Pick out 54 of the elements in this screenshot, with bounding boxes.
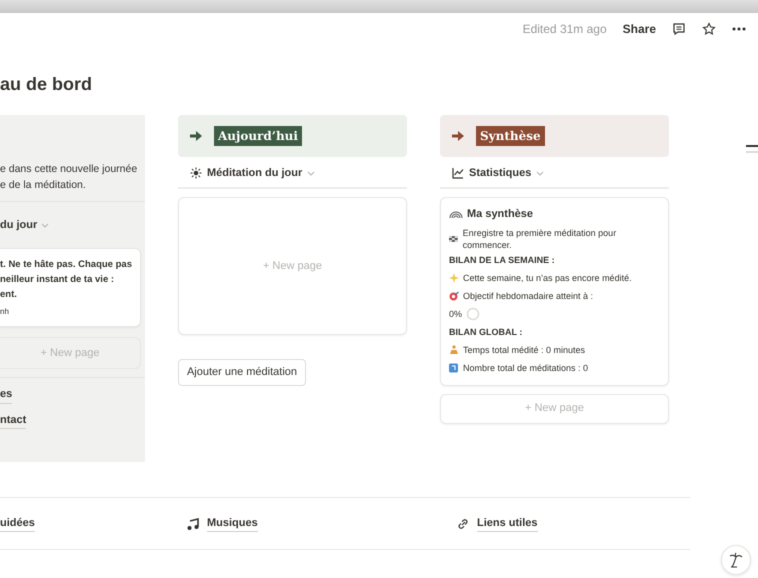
sparkle-icon <box>448 272 459 282</box>
arrow-icon <box>452 131 464 141</box>
chevron-icon <box>41 222 50 228</box>
comment-icon[interactable] <box>672 22 686 36</box>
column-heading: Aujourd’hui <box>214 126 302 146</box>
target-icon <box>448 290 459 300</box>
section-heading: BILAN GLOBAL : <box>448 326 522 338</box>
quote-text: neilleur instant de ta vie : <box>0 273 116 287</box>
music-icon <box>187 518 199 530</box>
summary-text: Nombre total de méditations : 0 <box>462 362 588 374</box>
star-icon[interactable] <box>702 22 716 36</box>
summary-card[interactable] <box>440 197 670 386</box>
page-link[interactable]: ntact <box>0 412 26 429</box>
intro-text: e de la méditation. <box>0 178 87 193</box>
quote-card[interactable]: t. Ne te hâte pas. Chaque pas neilleur instant de ta vie : ent. nh <box>0 248 141 327</box>
page-link[interactable]: es <box>0 386 12 404</box>
percent-text: 0% <box>448 308 462 320</box>
rainbow-icon <box>448 210 463 218</box>
help-button[interactable] <box>721 545 751 575</box>
palm-tree-icon[interactable] <box>729 552 743 568</box>
intro-text: e dans cette nouvelle journée <box>0 162 138 177</box>
summary-text: Enregistre ta première méditation pour commencer. <box>462 226 618 250</box>
edited-time: Edited 31m ago <box>522 21 607 38</box>
quote-author: nh <box>0 306 10 318</box>
page-link[interactable]: Liens utiles <box>477 514 538 532</box>
arrow-icon <box>190 131 202 141</box>
section-heading: BILAN DE LA SEMAINE : <box>448 254 555 266</box>
outline-marker[interactable] <box>746 145 758 147</box>
view-title[interactable]: Statistiques <box>468 164 532 182</box>
more-icon[interactable] <box>732 27 746 31</box>
add-meditation-button[interactable]: Ajouter une méditation <box>178 359 306 386</box>
progress-ring <box>466 306 480 320</box>
quote-text: t. Ne te hâte pas. Chaque pas <box>0 258 133 272</box>
card-title: Ma synthèse <box>466 207 534 222</box>
summary-text: Cette semaine, tu n’as pas encore médité. <box>462 272 632 284</box>
page-title: au de bord <box>0 73 94 96</box>
view-title[interactable]: du jour <box>0 216 38 234</box>
summary-text: Temps total médité : 0 minutes <box>462 344 586 356</box>
quote-text: ent. <box>0 288 18 302</box>
link-icon <box>457 518 469 530</box>
page-link[interactable]: uidées <box>0 514 35 532</box>
sun-icon <box>190 167 202 179</box>
page-link[interactable]: Musiques <box>207 514 258 532</box>
view-title[interactable]: Méditation du jour <box>206 164 302 182</box>
share-button[interactable]: Share <box>622 20 656 38</box>
column-heading: Synthèse <box>476 126 545 146</box>
number-icon <box>448 362 459 372</box>
outline-marker[interactable] <box>746 151 758 153</box>
summary-text: Objectif hebdomadaire atteint à : <box>462 290 594 302</box>
meditation-icon <box>448 344 459 354</box>
chart-icon <box>452 167 464 179</box>
chevron-icon <box>307 170 316 176</box>
flag-icon <box>448 234 459 244</box>
chevron-icon <box>536 170 544 176</box>
